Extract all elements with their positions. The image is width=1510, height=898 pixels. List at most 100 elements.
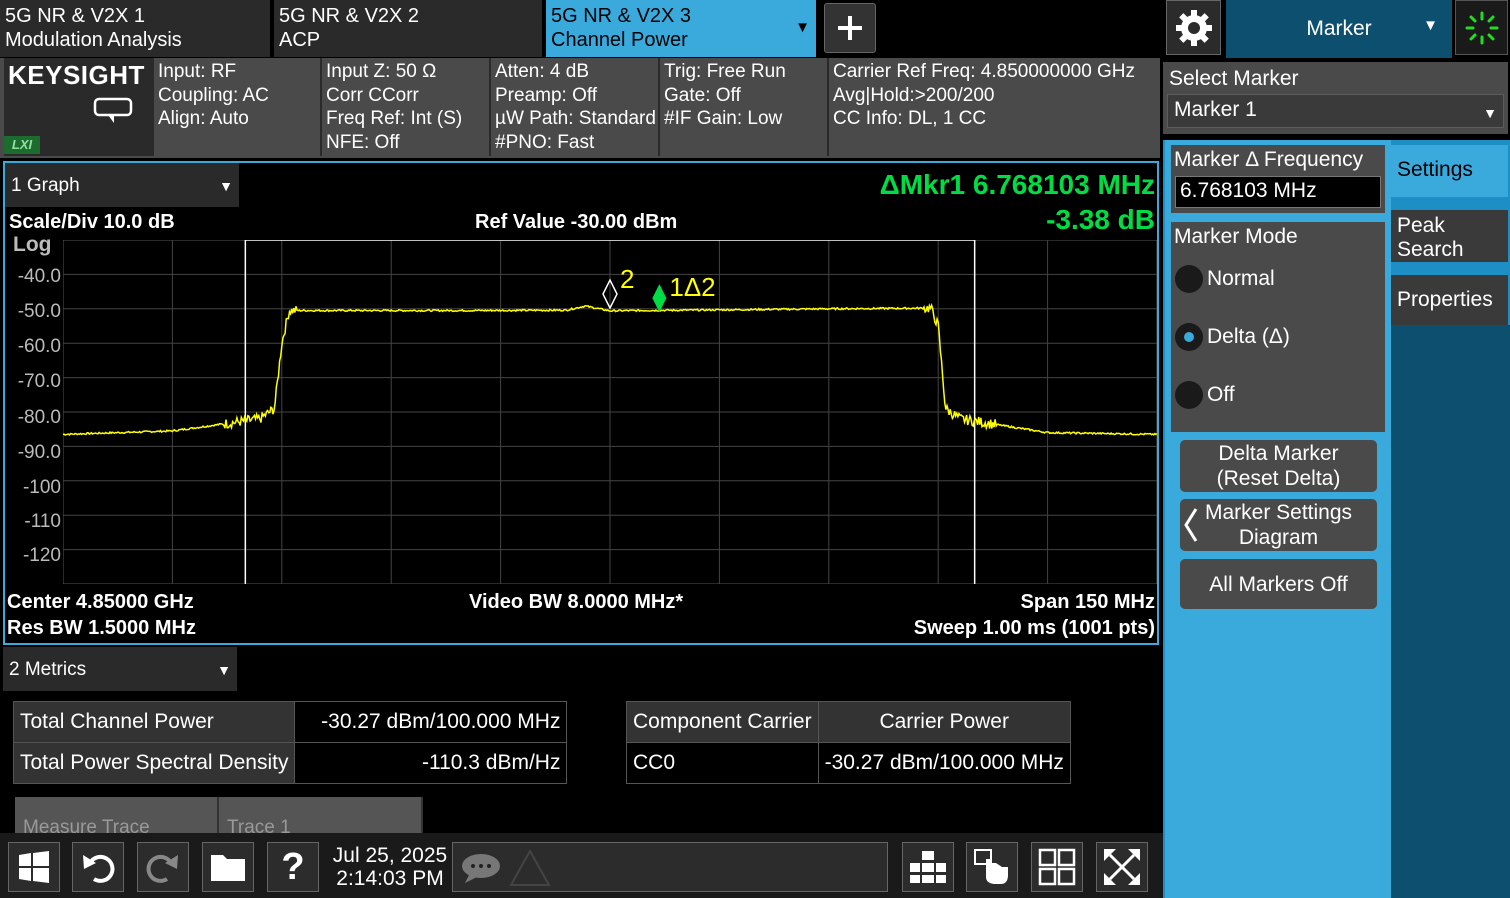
select-marker-dropdown[interactable]: Marker 1 ▼ bbox=[1167, 94, 1504, 128]
total-psd-label: Total Power Spectral Density bbox=[12, 742, 296, 784]
marker-group bbox=[602, 278, 667, 313]
sweep-label[interactable]: Sweep 1.00 ms (1001 pts) bbox=[914, 617, 1155, 640]
remote-display-icon bbox=[93, 97, 133, 123]
center-freq-label[interactable]: Center 4.85000 GHz bbox=[7, 591, 194, 614]
keysight-logo: KEYSIGHT LXI bbox=[4, 58, 152, 156]
expand-icon bbox=[1104, 849, 1140, 885]
tab-modulation-analysis[interactable]: 5G NR & V2X 1 Modulation Analysis bbox=[0, 0, 272, 57]
info-input-column[interactable]: Input: RF Coupling: AC Align: Auto bbox=[152, 58, 320, 156]
select-marker-label: Select Marker bbox=[1169, 67, 1299, 90]
table-row: CC0 -30.27 dBm/100.000 MHz bbox=[626, 742, 1071, 784]
button-line2: (Reset Delta) bbox=[1216, 467, 1341, 490]
info-atten-column[interactable]: Atten: 4 dB Preamp: Off µW Path: Standar… bbox=[489, 58, 658, 156]
tab-line2: ACP bbox=[279, 29, 321, 51]
info-uw-path: µW Path: Standard bbox=[495, 108, 656, 129]
ref-value-label: Ref Value -30.00 dBm bbox=[475, 211, 678, 233]
add-screen-button[interactable] bbox=[824, 3, 876, 53]
button-line1: Marker Settings bbox=[1204, 501, 1353, 524]
y-tick-label: -40.0 bbox=[17, 266, 61, 287]
marker-mode-off[interactable]: Off bbox=[1175, 378, 1235, 412]
graph-window-selector[interactable]: 1 Graph ▼ bbox=[5, 163, 239, 207]
res-bw-label[interactable]: Res BW 1.5000 MHz bbox=[7, 617, 196, 640]
menu-header[interactable]: Marker ▼ bbox=[1226, 0, 1452, 58]
grid-layout-icon bbox=[1038, 848, 1076, 886]
info-gate: Gate: Off bbox=[664, 84, 741, 106]
button-line2: Diagram bbox=[1238, 526, 1319, 549]
taskbar: ? Jul 25, 2025 2:14:03 PM bbox=[0, 833, 1163, 898]
tab-properties[interactable]: Properties bbox=[1391, 275, 1508, 325]
tab-peak-search[interactable]: Peak Search bbox=[1391, 210, 1508, 262]
tab-line2: Channel Power bbox=[551, 29, 688, 51]
marker-delta-frequency-input[interactable]: 6.768103 MHz bbox=[1175, 176, 1381, 208]
lxi-badge: LXI bbox=[4, 136, 40, 154]
tab-measure-trace[interactable]: Measure Trace bbox=[15, 797, 219, 833]
date-text: Jul 25, 2025 bbox=[332, 844, 448, 867]
marker-mode-label: Marker Mode bbox=[1174, 225, 1298, 248]
span-label[interactable]: Span 150 MHz bbox=[1021, 591, 1155, 614]
info-carrier-column[interactable]: Carrier Ref Freq: 4.850000000 GHz Avg|Ho… bbox=[827, 58, 1160, 156]
chevron-down-icon[interactable]: ▼ bbox=[795, 16, 810, 40]
plot-grid bbox=[63, 240, 1157, 584]
info-input: Input: RF bbox=[158, 61, 237, 82]
scale-div-label: Scale/Div 10.0 dB bbox=[9, 211, 175, 233]
multi-window-button[interactable] bbox=[1031, 842, 1083, 892]
touch-button[interactable] bbox=[966, 842, 1018, 892]
spectrum-plot[interactable]: 2 1Δ2 bbox=[63, 240, 1157, 584]
button-label: All Markers Off bbox=[1209, 572, 1348, 596]
redo-icon bbox=[146, 854, 178, 883]
total-channel-power-label: Total Channel Power bbox=[12, 701, 296, 743]
graph-window[interactable]: 1 Graph ▼ Scale/Div 10.0 dB Ref Value -3… bbox=[3, 161, 1159, 645]
info-corr: Corr CCorr bbox=[326, 84, 419, 106]
marker-settings-diagram-button[interactable]: Marker Settings Diagram bbox=[1180, 499, 1377, 551]
metrics-window[interactable]: 2 Metrics ▼ Total Channel Power -30.27 d… bbox=[3, 645, 1159, 833]
tab-trace-1[interactable]: Trace 1 bbox=[219, 797, 423, 833]
tab-line1: 5G NR & V2X 1 bbox=[5, 5, 146, 27]
tab-acp[interactable]: 5G NR & V2X 2 ACP bbox=[274, 0, 544, 57]
marker-mode-delta-label: Delta (Δ) bbox=[1207, 325, 1290, 348]
marker-mode-normal[interactable]: Normal bbox=[1175, 262, 1275, 296]
message-bar[interactable] bbox=[452, 842, 888, 892]
windows-logo-icon bbox=[19, 851, 49, 883]
file-button[interactable] bbox=[202, 842, 254, 892]
trace-tabs: Measure Trace Trace 1 bbox=[15, 797, 423, 833]
button-line1: Delta Marker bbox=[1218, 442, 1339, 465]
info-cc-info: CC Info: DL, 1 CC bbox=[833, 108, 987, 129]
tile-windows-button[interactable] bbox=[902, 842, 954, 892]
windows-start-button[interactable] bbox=[8, 842, 60, 892]
marker-mode-off-label: Off bbox=[1207, 383, 1235, 406]
info-input-z: Input Z: 50 Ω bbox=[326, 61, 437, 82]
help-button[interactable]: ? bbox=[267, 842, 319, 892]
activity-button[interactable] bbox=[1455, 0, 1508, 55]
y-tick-label: -120 bbox=[22, 545, 61, 566]
message-icon bbox=[462, 854, 500, 883]
info-pno: #PNO: Fast bbox=[495, 131, 595, 153]
video-bw-label[interactable]: Video BW 8.0000 MHz* bbox=[469, 591, 683, 614]
measurement-tab-bar: 5G NR & V2X 1 Modulation Analysis 5G NR … bbox=[0, 0, 1160, 58]
tab-channel-power[interactable]: 5G NR & V2X 3 Channel Power ▼ bbox=[546, 0, 818, 57]
log-scale-label: Log bbox=[13, 233, 52, 256]
info-trigger-column[interactable]: Trig: Free Run Gate: Off #IF Gain: Low bbox=[658, 58, 827, 156]
undo-button[interactable] bbox=[72, 842, 124, 892]
y-tick-label: -90.0 bbox=[17, 442, 61, 463]
marker-delta-frequency-label: Marker Δ Frequency bbox=[1174, 148, 1364, 171]
table-row: Component Carrier Carrier Power bbox=[626, 701, 1071, 743]
all-markers-off-button[interactable]: All Markers Off bbox=[1180, 559, 1377, 609]
menu-tab-strip bbox=[1391, 325, 1510, 898]
maximize-button[interactable] bbox=[1096, 842, 1148, 892]
chevron-down-icon: ▼ bbox=[219, 178, 233, 194]
info-freq-ref: Freq Ref: Int (S) bbox=[326, 108, 463, 129]
carrier-power-header: Carrier Power bbox=[817, 701, 1071, 743]
settings-button[interactable] bbox=[1166, 0, 1221, 55]
info-impedance-column[interactable]: Input Z: 50 Ω Corr CCorr Freq Ref: Int (… bbox=[320, 58, 489, 156]
radio-icon bbox=[1175, 265, 1203, 293]
radio-selected-icon bbox=[1175, 323, 1203, 351]
carrier-power-value: -30.27 dBm/100.000 MHz bbox=[817, 742, 1071, 784]
redo-button[interactable] bbox=[137, 842, 189, 892]
tab-settings[interactable]: Settings bbox=[1391, 145, 1508, 197]
metrics-window-selector[interactable]: 2 Metrics ▼ bbox=[3, 647, 237, 691]
y-tick-label: -100 bbox=[22, 477, 61, 498]
total-psd-value: -110.3 dBm/Hz bbox=[294, 742, 568, 784]
tile-layout-icon bbox=[910, 851, 946, 883]
delta-marker-reset-button[interactable]: Delta Marker (Reset Delta) bbox=[1180, 440, 1377, 492]
marker-mode-delta[interactable]: Delta (Δ) bbox=[1175, 320, 1290, 354]
